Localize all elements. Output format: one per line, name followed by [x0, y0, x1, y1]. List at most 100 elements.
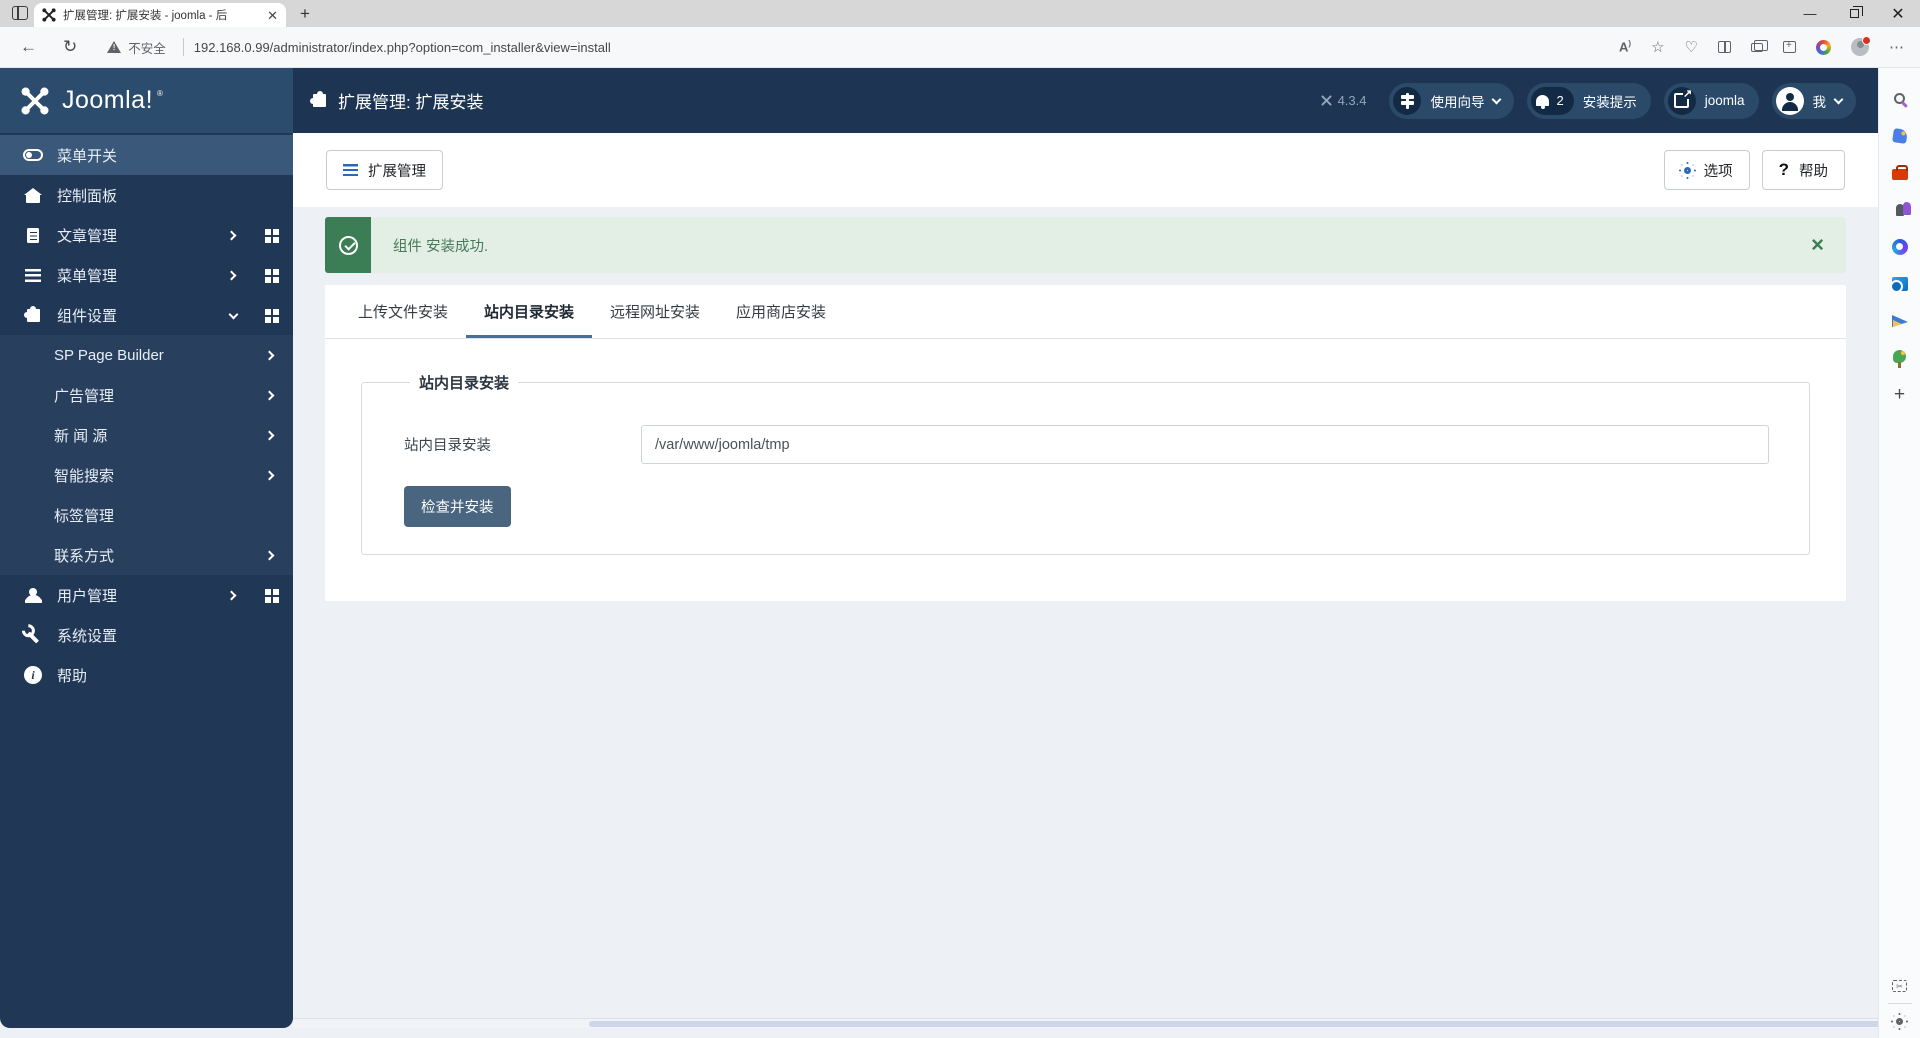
- chevron-down-icon: [1492, 94, 1502, 104]
- browser-essentials-icon[interactable]: ♡: [1685, 40, 1698, 55]
- sidebar-item-help[interactable]: i 帮助: [0, 655, 293, 695]
- file-icon: [22, 227, 44, 243]
- sidebar-settings-gear-icon[interactable]: [1896, 1018, 1903, 1025]
- sidebar-subitem-sp-page-builder[interactable]: SP Page Builder: [0, 335, 293, 375]
- joomla-logo[interactable]: Joomla! ®: [0, 68, 293, 133]
- favorites-star-icon[interactable]: ☆: [1651, 40, 1664, 55]
- install-folder-input[interactable]: [641, 425, 1769, 464]
- check-circle-icon: [338, 235, 358, 255]
- user-menu-button[interactable]: 我: [1771, 82, 1856, 119]
- alert-close-button[interactable]: ×: [1811, 217, 1846, 273]
- sidebar-item-components[interactable]: 组件设置: [0, 295, 293, 335]
- sidebar-search-icon[interactable]: [1879, 80, 1920, 117]
- check-and-install-button[interactable]: 检查并安装: [404, 486, 511, 527]
- notifications-button[interactable]: 2 安装提示: [1527, 82, 1651, 119]
- split-screen-icon[interactable]: [1718, 41, 1731, 53]
- guided-tour-button[interactable]: 使用向导: [1389, 82, 1515, 119]
- chevron-right-icon: [226, 230, 237, 240]
- rewards-icon[interactable]: [1816, 39, 1831, 55]
- sidebar-item-label: 菜单开关: [57, 147, 118, 165]
- fieldset-legend: 站内目录安装: [419, 375, 510, 392]
- sidebar-item-label: 联系方式: [54, 547, 115, 565]
- web-capture-icon[interactable]: [1783, 40, 1796, 53]
- sidebar-subitem-banners[interactable]: 广告管理: [0, 375, 293, 415]
- screenshot-tool-icon[interactable]: ✂: [1892, 980, 1907, 992]
- tab-search-icon[interactable]: [12, 6, 28, 20]
- grid-icon[interactable]: [265, 229, 271, 235]
- tab-upload-package[interactable]: 上传文件安装: [340, 285, 466, 338]
- sidebar-item-label: 智能搜索: [54, 467, 115, 485]
- not-secure-warning-icon: [107, 41, 122, 53]
- joomla-version: 4.3.4: [1320, 93, 1366, 108]
- sidebar-item-control-panel[interactable]: 控制面板: [0, 175, 293, 215]
- browser-tab[interactable]: 扩展管理: 扩展安装 - joomla - 后 ✕: [34, 3, 286, 27]
- sidebar-subitem-news-feeds[interactable]: 新 闻 源: [0, 415, 293, 455]
- address-separator: [182, 38, 184, 56]
- help-button[interactable]: ? 帮助: [1761, 150, 1845, 190]
- chevron-right-icon: [264, 350, 275, 360]
- question-mark-icon: ?: [1778, 160, 1789, 179]
- grid-icon[interactable]: [265, 309, 271, 315]
- refresh-button[interactable]: ↻: [63, 37, 77, 57]
- sidebar-subitem-tags[interactable]: 标签管理: [0, 495, 293, 535]
- read-aloud-icon[interactable]: A): [1619, 39, 1631, 54]
- bell-icon: [1536, 95, 1550, 109]
- drop-icon[interactable]: [1879, 302, 1920, 339]
- window-minimize-button[interactable]: —: [1788, 0, 1832, 27]
- alert-message: 组件 安装成功.: [371, 217, 1812, 273]
- home-icon: [22, 187, 44, 203]
- help-label: 帮助: [1799, 163, 1828, 180]
- external-link-icon: [1667, 86, 1696, 115]
- tab-install-from-url[interactable]: 远程网址安装: [592, 285, 718, 338]
- tab-close-icon[interactable]: ✕: [267, 9, 278, 22]
- tab-install-from-web[interactable]: 应用商店安装: [718, 285, 844, 338]
- profile-avatar[interactable]: [1851, 36, 1871, 56]
- collections-icon[interactable]: [1751, 39, 1768, 52]
- new-tab-button[interactable]: +: [300, 4, 310, 24]
- toggle-icon: [22, 149, 44, 161]
- sidebar-item-label: 文章管理: [57, 227, 118, 245]
- shopping-icon[interactable]: [1879, 117, 1920, 154]
- preview-site-button[interactable]: joomla: [1663, 82, 1759, 119]
- horizontal-scrollbar[interactable]: [293, 1018, 1920, 1028]
- sidebar-item-users[interactable]: 用户管理: [0, 575, 293, 615]
- sidebar-item-label: 帮助: [57, 667, 88, 685]
- page-title: 扩展管理: 扩展安装: [338, 93, 484, 112]
- toolbox-icon[interactable]: [1879, 154, 1920, 191]
- sidebar-subitem-contacts[interactable]: 联系方式: [0, 535, 293, 575]
- install-folder-fieldset: 站内目录安装 站内目录安装 检查并安装: [361, 372, 1810, 555]
- games-icon[interactable]: [1879, 191, 1920, 228]
- window-close-button[interactable]: ✕: [1876, 0, 1920, 27]
- sidebar-item-system[interactable]: 系统设置: [0, 615, 293, 655]
- address-url[interactable]: 192.168.0.99/administrator/index.php?opt…: [194, 40, 611, 55]
- sidebar-item-articles[interactable]: 文章管理: [0, 215, 293, 255]
- microsoft-365-icon[interactable]: [1879, 228, 1920, 265]
- sidebar-item-label: 新 闻 源: [54, 427, 108, 445]
- grid-icon[interactable]: [265, 589, 271, 595]
- manage-extensions-button[interactable]: 扩展管理: [326, 150, 443, 190]
- notifications-label: 安装提示: [1582, 94, 1637, 110]
- chevron-right-icon: [264, 390, 275, 400]
- signpost-icon: [1393, 86, 1422, 115]
- window-restore-button[interactable]: [1832, 0, 1876, 27]
- joomla-x-icon: [21, 86, 49, 114]
- back-button[interactable]: ←: [20, 37, 37, 57]
- chevron-down-icon: [228, 309, 239, 320]
- settings-more-icon[interactable]: ⋯: [1889, 40, 1904, 55]
- users-icon: [22, 587, 44, 603]
- sidebar-item-label: 控制面板: [57, 187, 118, 205]
- grow-icon[interactable]: [1879, 339, 1920, 376]
- options-button[interactable]: 选项: [1663, 150, 1750, 190]
- sidebar-item-menus[interactable]: 菜单管理: [0, 255, 293, 295]
- add-sidebar-item-icon[interactable]: +: [1879, 376, 1920, 413]
- scrollbar-thumb[interactable]: [589, 1021, 1920, 1027]
- site-security-zone[interactable]: 不安全: [107, 38, 194, 57]
- outlook-icon[interactable]: [1879, 265, 1920, 302]
- grid-icon[interactable]: [265, 269, 271, 275]
- sidebar-item-menu-toggle[interactable]: 菜单开关: [0, 135, 293, 175]
- list-icon: [22, 268, 44, 282]
- sidebar-item-label: 用户管理: [57, 587, 118, 605]
- sidebar-subitem-smart-search[interactable]: 智能搜索: [0, 455, 293, 495]
- tab-install-from-folder[interactable]: 站内目录安装: [466, 285, 593, 338]
- joomla-favicon: [42, 8, 56, 22]
